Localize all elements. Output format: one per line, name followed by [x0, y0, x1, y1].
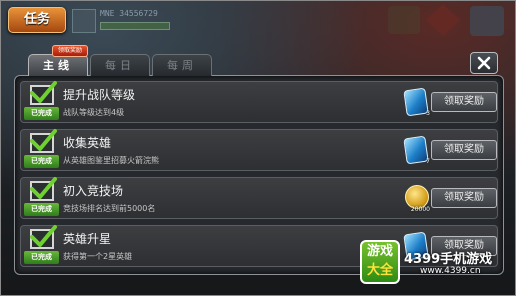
completed-checkbox: 已完成 — [24, 81, 59, 121]
blue-gem-icon — [403, 87, 429, 117]
tab-daily[interactable]: 每日 — [90, 54, 150, 76]
background-settings-icon — [470, 6, 504, 36]
watermark-logo-line2: 大全 — [366, 263, 393, 278]
task-title: 英雄升星 — [63, 232, 112, 246]
completed-label: 已完成 — [24, 107, 59, 120]
watermark-logo-line1: 游戏 — [366, 244, 393, 259]
task-title: 初入竞技场 — [63, 184, 124, 198]
task-description: 从英雄图鉴里招募火箭浣熊 — [63, 156, 159, 165]
checkmark-icon — [30, 129, 57, 151]
reward-gem: 7 — [401, 135, 431, 165]
claim-reward-button[interactable]: 领取奖励 — [431, 140, 497, 160]
reward-gem: 3 — [401, 87, 431, 117]
completed-checkbox: 已完成 — [24, 129, 59, 169]
checkmark-icon — [30, 177, 57, 199]
tab-main[interactable]: 主线 — [28, 54, 88, 76]
close-icon — [477, 56, 491, 70]
task-description: 获得第一个2星英雄 — [63, 252, 133, 261]
watermark-title: 4399手机游戏 — [404, 252, 493, 267]
completed-label: 已完成 — [24, 155, 59, 168]
tab-weekly[interactable]: 每周 — [152, 54, 212, 76]
player-level-bar — [100, 22, 170, 30]
reward-count: 20000 — [410, 206, 430, 213]
checkmark-icon — [30, 81, 57, 103]
completed-checkbox: 已完成 — [24, 177, 59, 217]
task-title: 收集英雄 — [63, 136, 112, 150]
completed-label: 已完成 — [24, 251, 59, 264]
claim-reward-button[interactable]: 领取奖励 — [431, 188, 497, 208]
task-row: 已完成 初入竞技场 竞技场排名达到前5000名 20000 领取奖励 — [20, 177, 498, 219]
player-id: MNE 34556729 — [100, 9, 158, 18]
background-menu-icon — [388, 6, 420, 34]
watermark-url: www.4399.cn — [420, 266, 481, 276]
avatar — [72, 9, 96, 33]
task-title: 提升战队等级 — [63, 88, 136, 102]
tasks-title-button[interactable]: 任务 — [8, 7, 66, 33]
reward-count: 7 — [426, 158, 430, 165]
claim-reward-badge: 领取奖励 — [52, 45, 88, 57]
watermark-logo: 游戏 大全 — [360, 240, 400, 284]
completed-label: 已完成 — [24, 203, 59, 216]
task-description: 竞技场排名达到前5000名 — [63, 204, 156, 213]
reward-count: 3 — [426, 110, 430, 117]
task-row: 已完成 提升战队等级 战队等级达到4级 3 领取奖励 — [20, 81, 498, 123]
checkmark-icon — [30, 225, 57, 247]
close-button[interactable] — [470, 52, 498, 74]
task-row: 已完成 收集英雄 从英雄图鉴里招募火箭浣熊 7 领取奖励 — [20, 129, 498, 171]
reward-coin: 20000 — [401, 183, 431, 213]
task-description: 战队等级达到4级 — [63, 108, 125, 117]
claim-reward-button[interactable]: 领取奖励 — [431, 92, 497, 112]
blue-gem-icon — [403, 135, 429, 165]
player-info: MNE 34556729 — [72, 9, 184, 35]
completed-checkbox: 已完成 — [24, 225, 59, 265]
